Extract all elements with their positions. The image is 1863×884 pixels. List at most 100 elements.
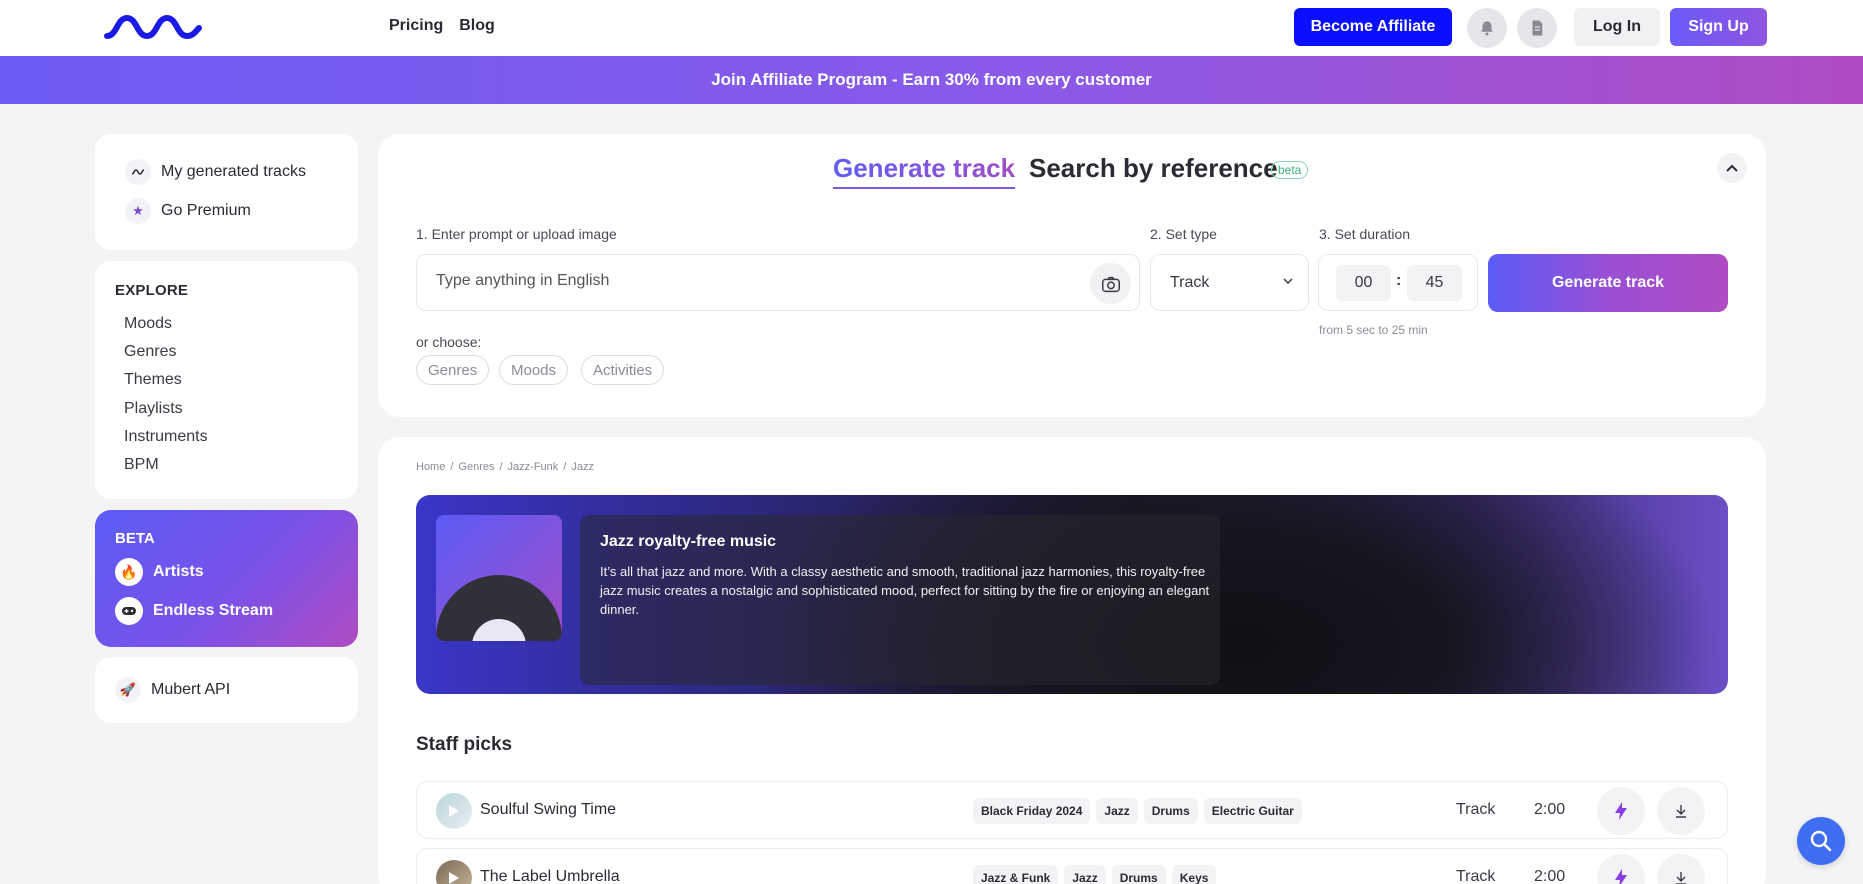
- beta-item-artists[interactable]: 🔥 Artists: [115, 558, 204, 586]
- track-row[interactable]: The Label Umbrella Jazz & Funk Jazz Drum…: [416, 848, 1728, 884]
- duration-hint: from 5 sec to 25 min: [1319, 323, 1428, 337]
- track-tags: Jazz & Funk Jazz Drums Keys: [973, 865, 1217, 884]
- bell-icon: [1481, 21, 1493, 36]
- track-row[interactable]: Soulful Swing Time Black Friday 2024 Jaz…: [416, 781, 1728, 839]
- lightning-icon: [1615, 802, 1627, 820]
- license-button[interactable]: [1517, 8, 1557, 48]
- affiliate-banner[interactable]: Join Affiliate Program - Earn 30% from e…: [0, 56, 1863, 104]
- track-type: Track: [1456, 801, 1496, 818]
- search-icon: [1810, 830, 1832, 852]
- chip-activities[interactable]: Activities: [581, 355, 665, 385]
- type-select-value: Track: [1170, 273, 1210, 291]
- beta-item-label: Endless Stream: [153, 602, 274, 619]
- explore-link-moods[interactable]: Moods: [124, 315, 172, 333]
- breadcrumb-home[interactable]: Home: [416, 461, 445, 473]
- breadcrumb-separator: /: [563, 461, 567, 473]
- download-button[interactable]: [1657, 854, 1705, 884]
- genre-cover-art: [436, 515, 562, 641]
- sidebar-item-mubert-api[interactable]: 🚀 Mubert API: [115, 677, 230, 703]
- generate-similar-button[interactable]: [1597, 854, 1645, 884]
- track-name[interactable]: The Label Umbrella: [480, 868, 620, 884]
- sidebar-item-my-tracks[interactable]: My generated tracks: [125, 159, 306, 185]
- beta-item-label: Artists: [153, 563, 204, 580]
- track-name[interactable]: Soulful Swing Time: [480, 801, 616, 819]
- mubert-logo[interactable]: [103, 12, 203, 42]
- track-tag[interactable]: Jazz: [1064, 865, 1106, 884]
- track-tag[interactable]: Black Friday 2024: [973, 798, 1091, 824]
- beta-badge: beta: [1271, 161, 1309, 179]
- play-icon: [449, 872, 459, 884]
- breadcrumb: Home / Genres / Jazz-Funk / Jazz: [416, 461, 594, 473]
- notifications-button[interactable]: [1467, 8, 1507, 48]
- become-affiliate-button[interactable]: Become Affiliate: [1294, 8, 1452, 46]
- fire-icon: 🔥: [115, 558, 143, 586]
- chip-genres[interactable]: Genres: [416, 355, 490, 385]
- beta-label: BETA: [115, 530, 155, 547]
- explore-link-playlists[interactable]: Playlists: [124, 400, 183, 418]
- chip-moods[interactable]: Moods: [499, 355, 569, 385]
- track-tag[interactable]: Electric Guitar: [1203, 798, 1302, 824]
- sidebar-item-label: My generated tracks: [161, 163, 306, 180]
- rocket-icon: 🚀: [115, 677, 141, 703]
- upload-image-button[interactable]: [1090, 263, 1131, 304]
- breadcrumb-separator: /: [450, 461, 454, 473]
- top-nav: Pricing Blog: [389, 17, 495, 35]
- prompt-input[interactable]: [436, 272, 1036, 290]
- explore-link-themes[interactable]: Themes: [124, 371, 182, 389]
- hero-description: It’s all that jazz and more. With a clas…: [600, 564, 1210, 617]
- duration-seconds-input[interactable]: 45: [1407, 265, 1462, 301]
- sidebar-item-label: Go Premium: [161, 202, 251, 219]
- tab-generate-track[interactable]: Generate track: [833, 153, 1016, 189]
- sidebar-item-go-premium[interactable]: ★ Go Premium: [125, 198, 251, 224]
- affiliate-banner-text: Join Affiliate Program - Earn 30% from e…: [711, 70, 1152, 89]
- type-select[interactable]: Track: [1150, 254, 1309, 311]
- prompt-field: [416, 254, 1140, 311]
- nav-blog[interactable]: Blog: [459, 17, 495, 35]
- download-icon: [1676, 872, 1686, 884]
- camera-icon: [1101, 276, 1120, 292]
- step1-label: 1. Enter prompt or upload image: [416, 226, 617, 242]
- lightning-icon: [1615, 869, 1627, 884]
- duration-minutes-input[interactable]: 00: [1336, 265, 1391, 301]
- breadcrumb-separator: /: [499, 461, 503, 473]
- document-icon: [1532, 20, 1543, 36]
- track-tag[interactable]: Keys: [1171, 865, 1217, 884]
- beta-item-endless-stream[interactable]: Endless Stream: [115, 597, 273, 625]
- signup-button[interactable]: Sign Up: [1670, 8, 1767, 46]
- generate-similar-button[interactable]: [1597, 787, 1645, 835]
- play-icon: [449, 805, 459, 817]
- breadcrumb-genres[interactable]: Genres: [458, 461, 494, 473]
- breadcrumb-jazz-funk[interactable]: Jazz-Funk: [508, 461, 559, 473]
- tab-search-by-reference[interactable]: Search by reference: [1029, 153, 1278, 184]
- support-search-button[interactable]: [1797, 817, 1845, 865]
- top-header: Pricing Blog Become Affiliate Log In Sig…: [0, 0, 1863, 56]
- explore-link-genres[interactable]: Genres: [124, 343, 176, 361]
- star-icon: ★: [125, 198, 151, 224]
- play-button[interactable]: [436, 860, 472, 884]
- download-button[interactable]: [1657, 787, 1705, 835]
- track-duration: 2:00: [1534, 801, 1566, 818]
- nav-pricing[interactable]: Pricing: [389, 17, 443, 35]
- sidebar-top-card: [95, 134, 358, 250]
- track-tag[interactable]: Jazz & Funk: [973, 865, 1059, 884]
- staff-picks-title: Staff picks: [416, 734, 513, 755]
- explore-link-bpm[interactable]: BPM: [124, 456, 159, 474]
- generate-track-button[interactable]: Generate track: [1488, 254, 1728, 312]
- duration-field: 00 : 45: [1318, 254, 1478, 311]
- track-tag[interactable]: Drums: [1111, 865, 1166, 884]
- track-tag[interactable]: Jazz: [1096, 798, 1138, 824]
- genre-hero: Jazz royalty-free music It’s all that ja…: [416, 495, 1728, 694]
- or-choose-label: or choose:: [416, 334, 482, 350]
- collapse-panel-button[interactable]: [1717, 153, 1747, 183]
- hero-title: Jazz royalty-free music: [600, 533, 777, 550]
- track-tag[interactable]: Drums: [1143, 798, 1198, 824]
- explore-link-instruments[interactable]: Instruments: [124, 428, 208, 446]
- track-type: Track: [1456, 868, 1496, 884]
- download-icon: [1676, 805, 1686, 818]
- gamepad-icon: [115, 597, 143, 625]
- login-button[interactable]: Log In: [1574, 8, 1660, 46]
- step2-label: 2. Set type: [1150, 226, 1217, 242]
- explore-title: EXPLORE: [115, 282, 189, 299]
- play-button[interactable]: [436, 793, 472, 829]
- duration-colon: :: [1396, 272, 1402, 289]
